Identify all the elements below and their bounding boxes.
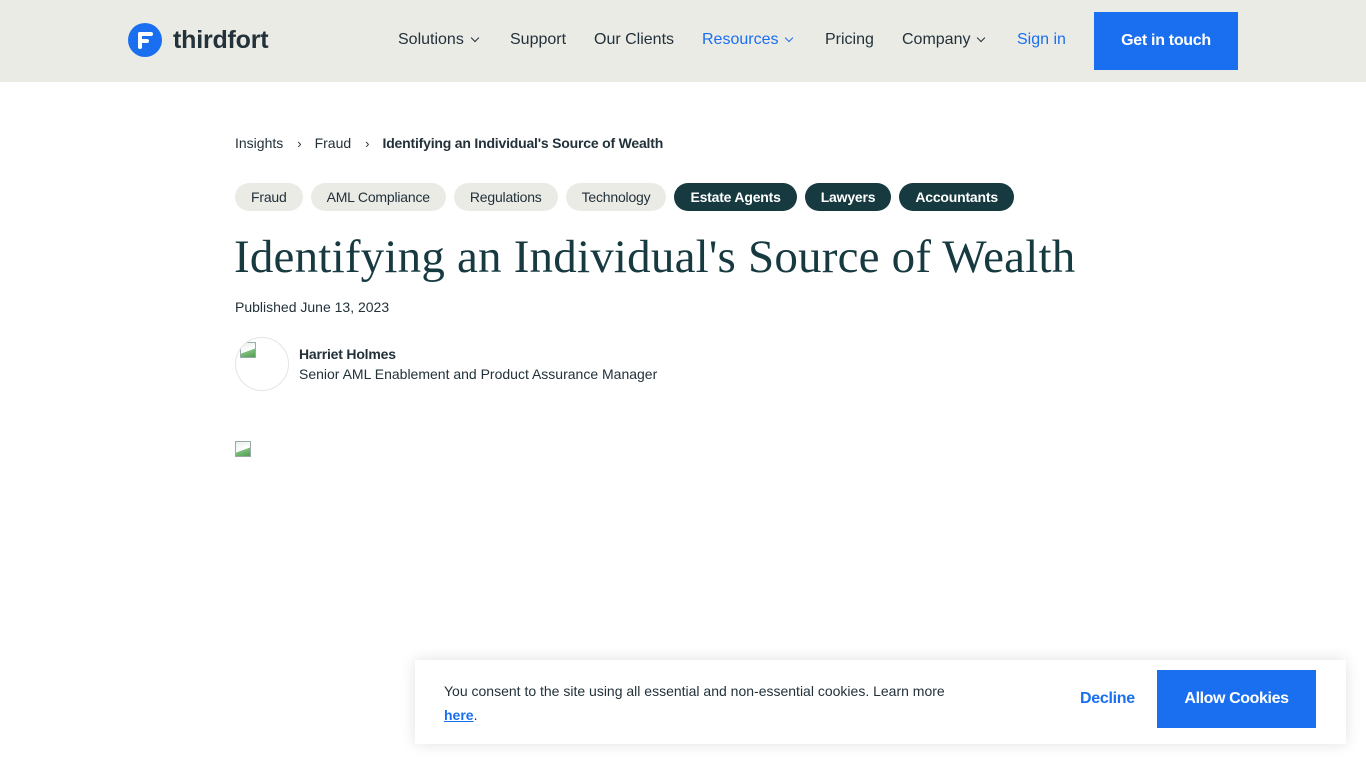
nav-pricing[interactable]: Pricing (825, 31, 874, 49)
tag-estate-agents[interactable]: Estate Agents (674, 183, 797, 211)
logo-link[interactable]: thirdfort (128, 23, 269, 57)
tag-aml-compliance[interactable]: AML Compliance (310, 183, 446, 211)
nav-label: Support (510, 31, 567, 48)
cookie-banner: You consent to the site using all essent… (415, 660, 1346, 744)
nav-label: Pricing (825, 31, 874, 48)
article-hero-image (235, 441, 251, 457)
breadcrumb-insights[interactable]: Insights (235, 135, 283, 151)
thirdfort-logo-icon (128, 23, 162, 57)
nav-label: Solutions (398, 31, 464, 48)
chevron-down-icon (470, 33, 480, 43)
nav-label: Resources (702, 31, 779, 48)
author-role: Senior AML Enablement and Product Assura… (299, 366, 658, 382)
tag-accountants[interactable]: Accountants (899, 183, 1014, 211)
tag-lawyers[interactable]: Lawyers (804, 183, 892, 211)
breadcrumb-current: Identifying an Individual's Source of We… (382, 135, 664, 151)
nav-label: Company (902, 31, 971, 48)
tag-regulations[interactable]: Regulations (453, 183, 558, 211)
nav-our-clients[interactable]: Our Clients (594, 31, 674, 49)
author-avatar (235, 337, 289, 391)
published-date: Published June 13, 2023 (235, 299, 390, 315)
broken-image-icon (235, 441, 251, 457)
nav-solutions[interactable]: Solutions (398, 31, 480, 49)
nav-label: Our Clients (594, 31, 675, 48)
chevron-right-icon: › (365, 135, 370, 151)
tag-fraud[interactable]: Fraud (235, 183, 303, 211)
article-title: Identifying an Individual's Source of We… (234, 231, 1076, 283)
chevron-down-icon (785, 33, 794, 43)
nav-support[interactable]: Support (510, 31, 566, 49)
breadcrumb: Insights › Fraud › Identifying an Indivi… (235, 135, 663, 151)
get-in-touch-button[interactable]: Get in touch (1094, 12, 1238, 70)
chevron-right-icon: › (297, 135, 302, 151)
chevron-down-icon (977, 33, 986, 43)
cookie-message: You consent to the site using all essent… (444, 679, 984, 727)
breadcrumb-fraud[interactable]: Fraud (315, 135, 352, 151)
tag-list: Fraud AML Compliance Regulations Technol… (235, 183, 1022, 211)
cookie-text: You consent to the site using all essent… (444, 683, 945, 699)
cookie-learn-more-link[interactable]: here (444, 707, 474, 723)
sign-in-link[interactable]: Sign in (1017, 31, 1066, 49)
author-name: Harriet Holmes (299, 346, 396, 362)
nav-resources[interactable]: Resources (702, 31, 794, 49)
nav-company[interactable]: Company (902, 31, 986, 49)
logo-text: thirdfort (173, 25, 269, 54)
tag-technology[interactable]: Technology (565, 183, 667, 211)
broken-image-icon (240, 342, 256, 358)
allow-cookies-button[interactable]: Allow Cookies (1157, 670, 1316, 728)
site-header: thirdfort Solutions Support Our Clients … (0, 0, 1366, 82)
decline-cookies-button[interactable]: Decline (1080, 690, 1135, 708)
cookie-trailing: . (473, 707, 478, 723)
